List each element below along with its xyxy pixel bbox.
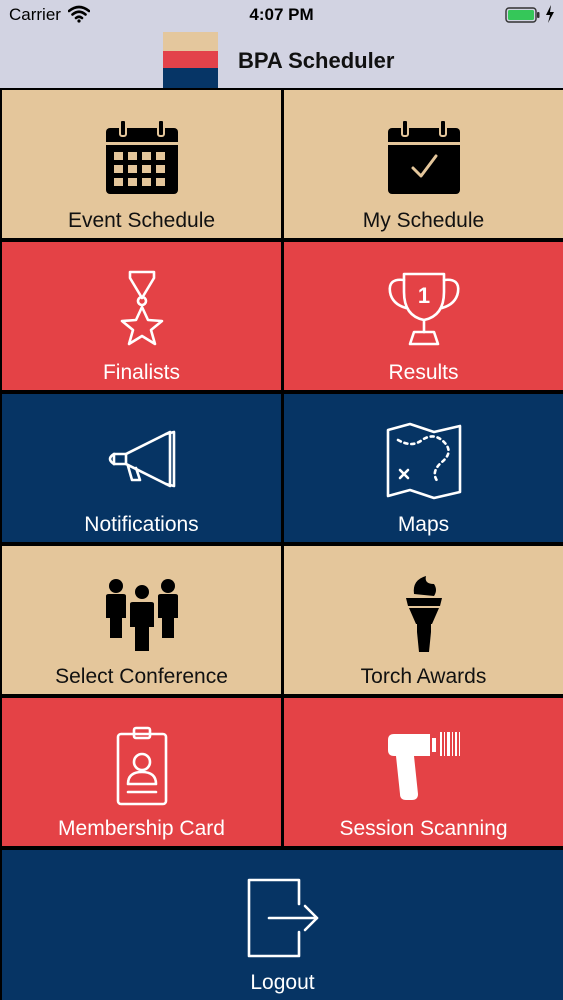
menu-grid: Event Schedule My Schedule Finalists 1 R…: [0, 88, 563, 1000]
people-group-icon: [100, 572, 184, 656]
membership-card-button[interactable]: Membership Card: [2, 698, 281, 846]
session-scanning-button[interactable]: Session Scanning: [284, 698, 563, 846]
charging-icon: [545, 5, 555, 23]
maps-label: Maps: [397, 513, 450, 536]
event-schedule-button[interactable]: Event Schedule: [2, 90, 281, 238]
megaphone-icon: [100, 420, 184, 504]
battery-icon: [505, 7, 541, 23]
torch-awards-label: Torch Awards: [360, 665, 487, 688]
finalists-label: Finalists: [102, 361, 181, 384]
results-button[interactable]: 1 Results: [284, 242, 563, 390]
id-badge-icon: [100, 724, 184, 808]
trophy-icon: 1: [382, 268, 466, 352]
select-conference-button[interactable]: Select Conference: [2, 546, 281, 694]
barcode-scanner-icon: [382, 724, 466, 808]
nav-bar: BPA Scheduler: [0, 32, 563, 88]
app-logo: [163, 32, 218, 88]
results-label: Results: [388, 361, 459, 384]
medal-star-icon: [100, 268, 184, 352]
calendar-grid-icon: [100, 116, 184, 200]
calendar-check-icon: [382, 116, 466, 200]
session-scanning-label: Session Scanning: [339, 817, 508, 840]
torch-awards-button[interactable]: Torch Awards: [284, 546, 563, 694]
logout-button[interactable]: Logout: [2, 850, 563, 1000]
logout-icon: [241, 876, 325, 960]
my-schedule-button[interactable]: My Schedule: [284, 90, 563, 238]
status-time: 4:07 PM: [249, 5, 314, 24]
page-title: BPA Scheduler: [238, 48, 395, 73]
finalists-button[interactable]: Finalists: [2, 242, 281, 390]
status-bar: Carrier 4:07 PM: [0, 0, 563, 32]
logout-label: Logout: [250, 971, 315, 994]
maps-button[interactable]: Maps: [284, 394, 563, 542]
torch-icon: [382, 572, 466, 656]
map-icon: [382, 420, 466, 504]
event-schedule-label: Event Schedule: [67, 209, 216, 232]
notifications-button[interactable]: Notifications: [2, 394, 281, 542]
select-conference-label: Select Conference: [55, 665, 228, 688]
trophy-number: 1: [417, 283, 429, 308]
notifications-label: Notifications: [84, 513, 199, 536]
membership-card-label: Membership Card: [58, 817, 225, 840]
my-schedule-label: My Schedule: [362, 209, 485, 232]
